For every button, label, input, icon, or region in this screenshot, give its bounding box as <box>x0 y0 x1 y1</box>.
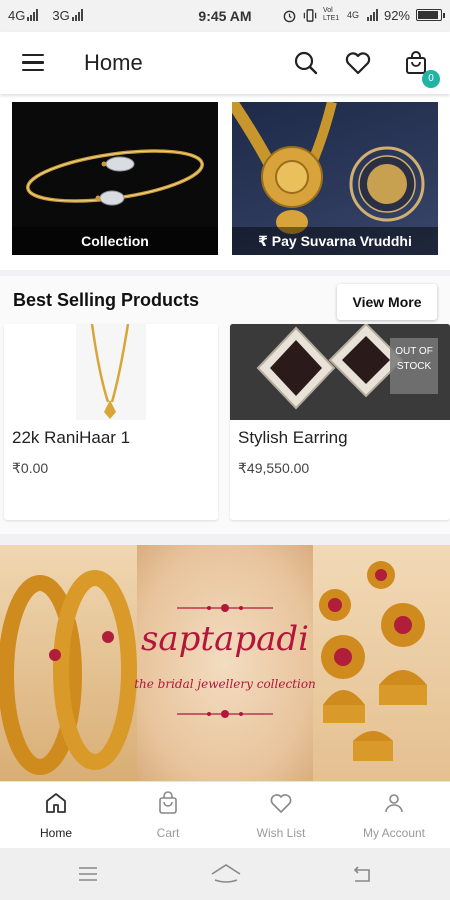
bag-icon <box>159 791 177 814</box>
search-icon[interactable] <box>292 49 320 77</box>
page-title: Home <box>84 50 143 75</box>
back-icon[interactable] <box>350 862 374 886</box>
bangles-image <box>0 545 137 781</box>
product-price: ₹49,550.00 <box>238 460 310 476</box>
ornament-icon <box>177 710 273 718</box>
nav-label: Wish List <box>256 826 306 840</box>
saptapadi-promo-banner[interactable]: saptapadi the bridal jewellery collectio… <box>0 545 450 781</box>
product-card[interactable]: 22k RaniHaar 1 ₹0.00 <box>4 324 218 520</box>
battery-icon <box>416 9 445 21</box>
user-icon <box>385 794 403 813</box>
nav-my-account[interactable]: My Account <box>338 782 450 849</box>
cart-count-badge: 0 <box>422 70 440 88</box>
promo-center-panel <box>137 545 313 781</box>
nav-home[interactable]: Home <box>0 782 112 849</box>
out-of-stock-badge: OUT OF STOCK <box>390 338 438 394</box>
ornament-icon <box>177 604 273 612</box>
nav-label: Home <box>39 826 72 840</box>
jhumka-image <box>313 545 450 781</box>
collection-banner[interactable]: Collection <box>12 102 218 255</box>
heart-icon <box>270 794 292 813</box>
nav-label: My Account <box>362 826 426 840</box>
wishlist-heart-icon[interactable] <box>344 49 372 77</box>
product-name: Stylish Earring <box>238 428 348 447</box>
home-icon <box>46 793 66 813</box>
product-card[interactable]: OUT OF STOCK Stylish Earring ₹49,550.00 <box>230 324 450 520</box>
status-bar: 4G 3G 9:45 AM Vol LTE1 4G 92% <box>0 0 450 32</box>
signal-icon <box>366 9 378 21</box>
banner-row: Collection ₹ Pay Suvarna Vruddhi <box>0 94 450 270</box>
recent-apps-icon[interactable] <box>76 862 100 886</box>
menu-icon[interactable] <box>22 54 44 72</box>
system-navigation-bar <box>0 848 450 900</box>
system-home-icon[interactable] <box>210 862 242 886</box>
nav-label: Cart <box>156 826 180 840</box>
alarm-icon <box>283 10 296 22</box>
suvarna-vruddhi-banner[interactable]: ₹ Pay Suvarna Vruddhi <box>232 102 438 255</box>
promo-title: saptapadi <box>140 619 310 659</box>
nav-wishlist[interactable]: Wish List <box>225 782 337 849</box>
app-bar: Home 0 <box>0 32 450 94</box>
vibrate-icon <box>303 8 317 22</box>
product-name: 22k RaniHaar 1 <box>12 428 131 447</box>
section-title: Best Selling Products <box>13 290 200 310</box>
view-more-button[interactable]: View More <box>337 284 437 320</box>
banner-caption: Collection <box>12 227 218 255</box>
banner-caption: ₹ Pay Suvarna Vruddhi <box>232 227 438 255</box>
volte-indicator: Vol LTE1 <box>322 7 340 22</box>
battery-percent: 92% <box>383 7 410 23</box>
product-image: OUT OF STOCK <box>230 324 450 420</box>
nav-cart[interactable]: Cart <box>112 782 224 849</box>
product-image <box>4 324 218 420</box>
network-3: 4G <box>346 10 359 20</box>
best-selling-section: Best Selling Products View More 22k Rani… <box>0 276 450 534</box>
necklace-image <box>76 324 146 420</box>
product-price: ₹0.00 <box>12 460 49 476</box>
promo-subtitle: the bridal jewellery collection <box>134 677 316 691</box>
status-bar-right: Vol LTE1 4G 92% <box>282 7 445 23</box>
bottom-navigation: Home Cart Wish List My Account <box>0 781 450 848</box>
battery-level <box>418 11 439 19</box>
